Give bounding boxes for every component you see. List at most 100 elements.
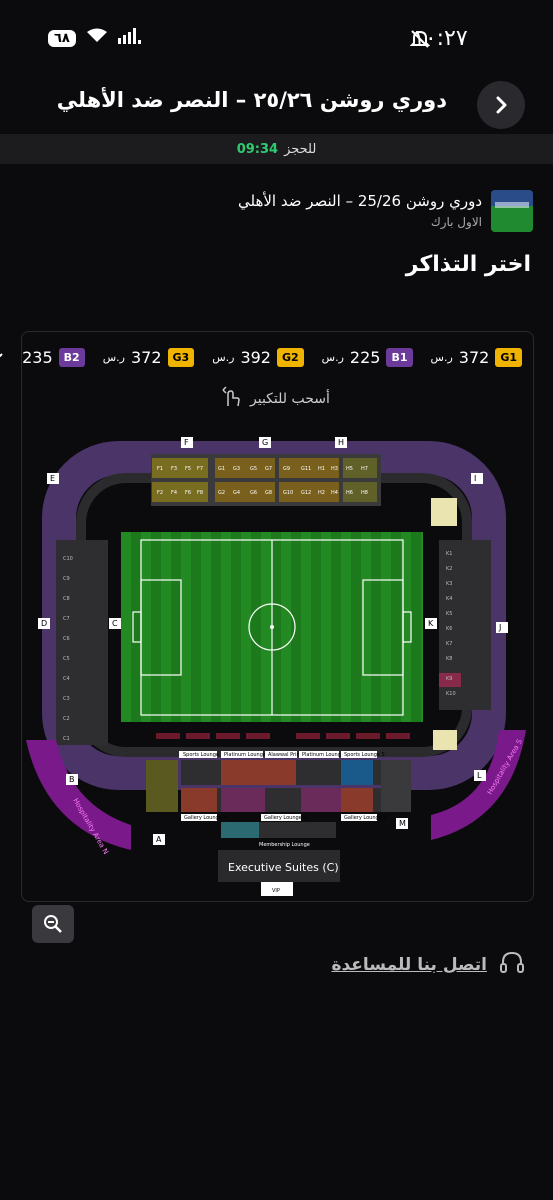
block-c4: C4 (63, 676, 70, 682)
block-k2: K2 (446, 566, 452, 572)
stand-h: H (338, 438, 344, 447)
timer-value: 09:34 (236, 141, 279, 157)
legend-item-b2[interactable]: B2 235 (22, 347, 85, 367)
ad-boards (156, 733, 410, 739)
block-f7: F7 (197, 466, 203, 472)
riyal-icon: ر.س (102, 350, 125, 364)
stand-l: L (477, 771, 482, 780)
block-g5: G5 (250, 466, 257, 472)
battery-icon: ٦٨ (48, 29, 76, 47)
legend-item-b1[interactable]: B1 225 ر.س (322, 347, 413, 367)
stand-m: M (399, 819, 406, 828)
legend-expand-icon[interactable] (0, 348, 4, 367)
left-stand[interactable] (56, 540, 108, 745)
zoom-out-icon (44, 915, 62, 933)
label-alawwal-prime: Alawwal Prime (268, 752, 304, 758)
block-g8: G8 (265, 490, 272, 496)
block-k1: K1 (446, 551, 452, 557)
block-g10: G10 (283, 490, 293, 496)
block-g9: G9 (283, 466, 290, 472)
stand-a: A (156, 835, 162, 844)
block-c2: C2 (63, 716, 70, 722)
label-executive-suites: Executive Suites (C) (228, 861, 339, 874)
block-c1: C1 (63, 736, 70, 742)
stand-d: D (41, 619, 47, 628)
block-h5: H5 (346, 466, 353, 472)
block-k6: K6 (446, 626, 452, 632)
label-sports-lounge-n: Sports Lounge N (183, 752, 225, 758)
legend-code: G2 (276, 347, 304, 367)
section-title: اختر التذاكر (405, 252, 531, 277)
block-c8: C8 (63, 596, 70, 602)
block-g1: G1 (218, 466, 225, 472)
stand-j: J (498, 623, 501, 632)
bottom-stand[interactable] (146, 760, 411, 896)
drag-hint: أسحب للتكبير (220, 386, 330, 412)
block-h7: H7 (361, 466, 368, 472)
label-platinum-lounge-n: Platinum Lounge N (224, 752, 272, 758)
block-k7: K7 (446, 641, 452, 647)
page-title: دوري روشن ٢٥/٢٦ – النصر ضد الأهلي (56, 88, 447, 112)
block-f6: F6 (185, 490, 191, 496)
stand-g: G (262, 438, 268, 447)
back-button[interactable] (477, 81, 525, 129)
label-sports-lounge-s: Sports Lounge S (344, 752, 385, 758)
block-k8: K8 (446, 656, 452, 662)
label-vip: VIP (272, 888, 280, 894)
legend-code: B2 (58, 347, 85, 367)
legend-price: 235 (22, 347, 53, 367)
block-g7: G7 (265, 466, 272, 472)
block-c6: C6 (63, 636, 70, 642)
label-gallery-lounge-c: Gallery Lounge C (264, 815, 307, 821)
label-gallery-lounge-n: Gallery Lounge N (184, 815, 227, 821)
block-h8: H8 (361, 490, 368, 496)
stand-k: K (428, 619, 434, 628)
block-c5: C5 (63, 656, 70, 662)
status-icons: ٦٨ (48, 28, 144, 48)
drag-hint-text: أسحب للتكبير (250, 391, 330, 407)
booking-timer: للحجز 09:34 (0, 134, 553, 164)
block-c3: C3 (63, 696, 70, 702)
block-h2: H2 (318, 490, 325, 496)
legend-price: 372 (130, 347, 162, 367)
label-gallery-lounge-s: Gallery Lounge S (344, 815, 387, 821)
block-k9: K9 (446, 676, 452, 682)
stand-f: F (184, 438, 189, 447)
riyal-icon: ر.س (212, 350, 235, 364)
stand-c: C (112, 619, 118, 628)
legend-code: G1 (495, 347, 522, 367)
block-g11: G11 (301, 466, 311, 472)
zoom-out-button[interactable] (32, 905, 74, 943)
block-f4: F4 (171, 490, 177, 496)
block-k10: K10 (446, 691, 456, 697)
block-f8: F8 (197, 490, 203, 496)
legend-price: 225 (349, 347, 381, 367)
top-stand[interactable] (151, 454, 381, 506)
legend-code: G3 (167, 347, 195, 367)
event-thumbnail (491, 190, 533, 232)
timer-label: للحجز (284, 141, 317, 157)
legend-price: 372 (458, 347, 490, 367)
section-i-highlight[interactable] (431, 498, 457, 526)
legend-price: 392 (240, 347, 271, 367)
mute-icon (409, 29, 431, 53)
label-membership-lounge: Membership Lounge (259, 842, 310, 848)
chevron-right-icon (496, 96, 507, 114)
section-l-highlight[interactable] (433, 730, 457, 750)
block-k3: K3 (446, 581, 452, 587)
riyal-icon: ر.س (430, 350, 453, 364)
legend-item-g3[interactable]: G3 372 ر.س (102, 347, 195, 367)
legend-item-g1[interactable]: G1 372 ر.س (430, 347, 522, 367)
block-f3: F3 (171, 466, 177, 472)
block-g4: G4 (233, 490, 240, 496)
legend-item-g2[interactable]: G2 392 ر.س (212, 347, 304, 367)
block-c7: C7 (63, 616, 70, 622)
block-h6: H6 (346, 490, 353, 496)
block-c9: C9 (63, 576, 70, 582)
stand-b: B (69, 775, 75, 784)
stand-e: E (50, 474, 55, 483)
block-h4: H4 (331, 490, 338, 496)
stadium-map[interactable]: Hospitality Area N Hospitality Area S Sp… (21, 430, 532, 900)
help-link[interactable]: اتصل بنا للمساعدة (331, 950, 525, 980)
headset-icon (499, 950, 525, 980)
